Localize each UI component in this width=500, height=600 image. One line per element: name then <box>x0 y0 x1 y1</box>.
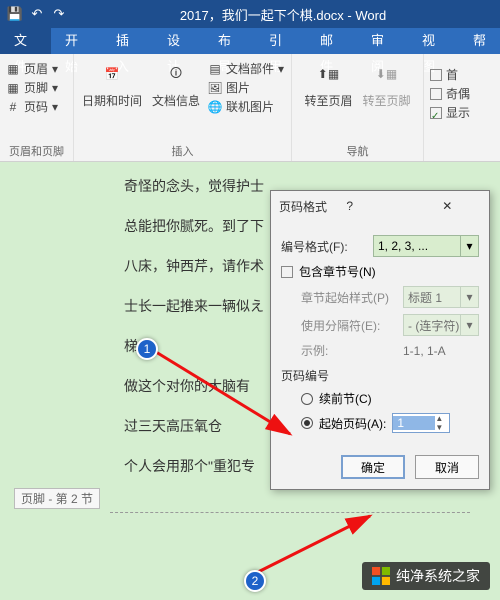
ribbon-group-insert: 📅日期和时间 🛈文档信息 ▤文档部件▾ 🖼图片 🌐联机图片 插入 <box>74 54 292 161</box>
group-label: 页眉和页脚 <box>6 143 67 161</box>
redo-icon[interactable]: ↷ <box>50 6 68 22</box>
number-format-combo[interactable]: 1, 2, 3, ...▾ <box>373 235 479 257</box>
globe-icon: 🌐 <box>208 100 222 114</box>
online-pictures-button[interactable]: 🌐联机图片 <box>208 98 284 115</box>
chevron-down-icon: ▾ <box>460 315 478 335</box>
chevron-down-icon: ▾ <box>460 287 478 307</box>
page-number-format-dialog: 页码格式 ? ✕ 编号格式(F): 1, 2, 3, ...▾ 包含章节号(N)… <box>270 190 490 490</box>
footer-section-label: 页脚 - 第 2 节 <box>14 488 100 509</box>
annotation-marker-2: 2 <box>244 570 266 592</box>
spin-up-icon[interactable]: ▲ <box>435 414 449 423</box>
calendar-icon: 📅 <box>98 60 126 88</box>
example-label: 示例: <box>301 342 397 359</box>
group-label: 插入 <box>80 143 285 161</box>
chevron-down-icon: ▾ <box>52 100 58 114</box>
docinfo-button[interactable]: 🛈文档信息 <box>150 56 202 115</box>
chevron-down-icon: ▾ <box>52 81 58 95</box>
start-at-radio[interactable] <box>301 417 313 429</box>
annotation-marker-1: 1 <box>136 338 158 360</box>
header-button[interactable]: ▦页眉▾ <box>6 60 67 77</box>
windows-logo-icon <box>372 567 390 585</box>
start-at-spinner[interactable]: 1 ▲▼ <box>392 413 450 433</box>
start-at-label: 起始页码(A): <box>319 415 386 432</box>
watermark: 纯净系统之家 <box>362 562 490 590</box>
example-value: 1-1, 1-A <box>403 344 446 358</box>
diff-evenodd-check[interactable]: 奇偶 <box>430 85 494 102</box>
undo-icon[interactable]: ↶ <box>28 6 46 22</box>
title-bar: 💾 ↶ ↷ 2017，我们一起下个棋.docx - Word <box>0 0 500 28</box>
chevron-down-icon: ▾ <box>278 62 284 76</box>
continue-label: 续前节(C) <box>319 390 372 407</box>
pagenum-group-label: 页码编号 <box>281 367 479 384</box>
include-chapter-checkbox[interactable] <box>281 266 293 278</box>
number-format-label: 编号格式(F): <box>281 238 367 255</box>
footer-icon: ▦ <box>6 81 20 95</box>
ribbon-tabs: 文件 开始 插入 设计 布局 引用 邮件 审阅 视图 帮 <box>0 28 500 54</box>
goto-header-icon: ⬆▦ <box>314 60 342 88</box>
pictures-button[interactable]: 🖼图片 <box>208 79 284 96</box>
checkbox-icon <box>430 88 442 100</box>
info-icon: 🛈 <box>162 60 190 88</box>
tab-design[interactable]: 设计 <box>153 28 204 54</box>
ribbon: ▦页眉▾ ▦页脚▾ #页码▾ 页眉和页脚 📅日期和时间 🛈文档信息 ▤文档部件▾… <box>0 54 500 162</box>
separator-label: 使用分隔符(E): <box>301 317 397 334</box>
goto-footer-button[interactable]: ⬇▦转至页脚 <box>361 56 413 113</box>
chapter-style-combo: 标题 1▾ <box>403 286 479 308</box>
watermark-text: 纯净系统之家 <box>396 566 480 586</box>
dialog-title: 页码格式 <box>279 198 346 215</box>
parts-icon: ▤ <box>208 62 222 76</box>
tab-references[interactable]: 引用 <box>255 28 306 54</box>
ok-button[interactable]: 确定 <box>341 455 405 479</box>
separator-combo: - (连字符)▾ <box>403 314 479 336</box>
dialog-titlebar[interactable]: 页码格式 ? ✕ <box>271 191 489 221</box>
cancel-button[interactable]: 取消 <box>415 455 479 479</box>
start-at-value: 1 <box>393 416 435 430</box>
save-icon[interactable]: 💾 <box>6 6 24 22</box>
chevron-down-icon: ▾ <box>52 62 58 76</box>
help-icon[interactable]: ? <box>346 199 413 213</box>
tab-home[interactable]: 开始 <box>51 28 102 54</box>
tab-review[interactable]: 审阅 <box>357 28 408 54</box>
show-doc-check[interactable]: 显示 <box>430 104 494 121</box>
picture-icon: 🖼 <box>208 81 222 95</box>
diff-firstpage-check[interactable]: 首 <box>430 66 494 83</box>
continue-radio[interactable] <box>301 393 313 405</box>
footer-boundary <box>110 512 470 513</box>
goto-header-button[interactable]: ⬆▦转至页眉 <box>302 56 354 113</box>
datetime-button[interactable]: 📅日期和时间 <box>80 56 144 115</box>
close-icon[interactable]: ✕ <box>414 191 481 221</box>
pagenum-button[interactable]: #页码▾ <box>6 98 67 115</box>
tab-file[interactable]: 文件 <box>0 28 51 54</box>
tab-layout[interactable]: 布局 <box>204 28 255 54</box>
checkbox-icon <box>430 69 442 81</box>
chapter-style-label: 章节起始样式(P) <box>301 289 397 306</box>
docparts-button[interactable]: ▤文档部件▾ <box>208 60 284 77</box>
ribbon-group-nav: ⬆▦转至页眉 ⬇▦转至页脚 导航 <box>292 54 424 161</box>
include-chapter-label: 包含章节号(N) <box>299 263 376 280</box>
group-label: 导航 <box>298 143 417 161</box>
tab-view[interactable]: 视图 <box>408 28 459 54</box>
ribbon-group-options: 首 奇偶 显示 <box>424 54 500 161</box>
tab-mailings[interactable]: 邮件 <box>306 28 357 54</box>
checkbox-icon <box>430 107 442 119</box>
chevron-down-icon: ▾ <box>460 236 478 256</box>
tab-help[interactable]: 帮 <box>459 28 500 54</box>
ribbon-group-header-footer: ▦页眉▾ ▦页脚▾ #页码▾ 页眉和页脚 <box>0 54 74 161</box>
spin-down-icon[interactable]: ▼ <box>435 423 449 432</box>
document-title: 2017，我们一起下个棋.docx - Word <box>72 5 494 24</box>
header-icon: ▦ <box>6 62 20 76</box>
footer-button[interactable]: ▦页脚▾ <box>6 79 67 96</box>
tab-insert[interactable]: 插入 <box>102 28 153 54</box>
goto-footer-icon: ⬇▦ <box>373 60 401 88</box>
pagenum-icon: # <box>6 100 20 114</box>
